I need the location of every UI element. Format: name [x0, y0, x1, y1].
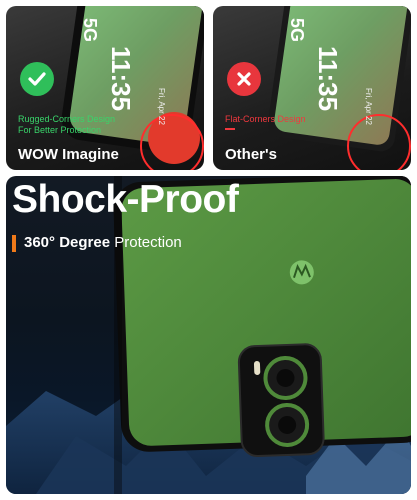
- phone-back-illustration: [6, 176, 411, 494]
- hero-subline-bold: 360° Degree: [24, 234, 111, 251]
- clock-date: Fri, Apr 22: [157, 88, 166, 125]
- caption-line-1: Rugged-Corners Design: [18, 114, 116, 124]
- hero-subline: 360° Degree Protection: [24, 234, 182, 251]
- hero-headline: Shock-Proof: [12, 178, 239, 221]
- caption-dash: [225, 128, 235, 130]
- shock-proof-hero-panel: [6, 176, 411, 494]
- clock-time: 11:35: [106, 46, 136, 112]
- network-label: 5G: [80, 18, 100, 43]
- clock-date: Fri, Apr 22: [364, 88, 373, 125]
- cross-icon: [237, 72, 251, 86]
- hero-subline-regular: Protection: [110, 234, 182, 251]
- rugged-corners-caption: Rugged-Corners Design For Better Protect…: [18, 114, 148, 136]
- brand-title: WOW Imagine: [18, 146, 119, 163]
- check-badge: [20, 62, 54, 96]
- clock-time: 11:35: [313, 46, 343, 112]
- caption-line-1: Flat-Corners Design: [225, 114, 306, 124]
- flat-corners-panel: 5G 11:35 Fri, Apr 22 Flat-Corners Design…: [213, 6, 411, 170]
- caption-line-2: For Better Protection: [18, 125, 102, 135]
- accent-bar: [12, 235, 16, 252]
- cross-badge: [227, 62, 261, 96]
- flat-corners-caption: Flat-Corners Design: [225, 114, 335, 130]
- rugged-corners-panel: 5G 11:35 Fri, Apr 22 Rugged-Corners Desi…: [6, 6, 204, 170]
- competitor-title: Other's: [225, 146, 277, 163]
- network-label: 5G: [287, 18, 307, 43]
- check-icon: [28, 72, 46, 86]
